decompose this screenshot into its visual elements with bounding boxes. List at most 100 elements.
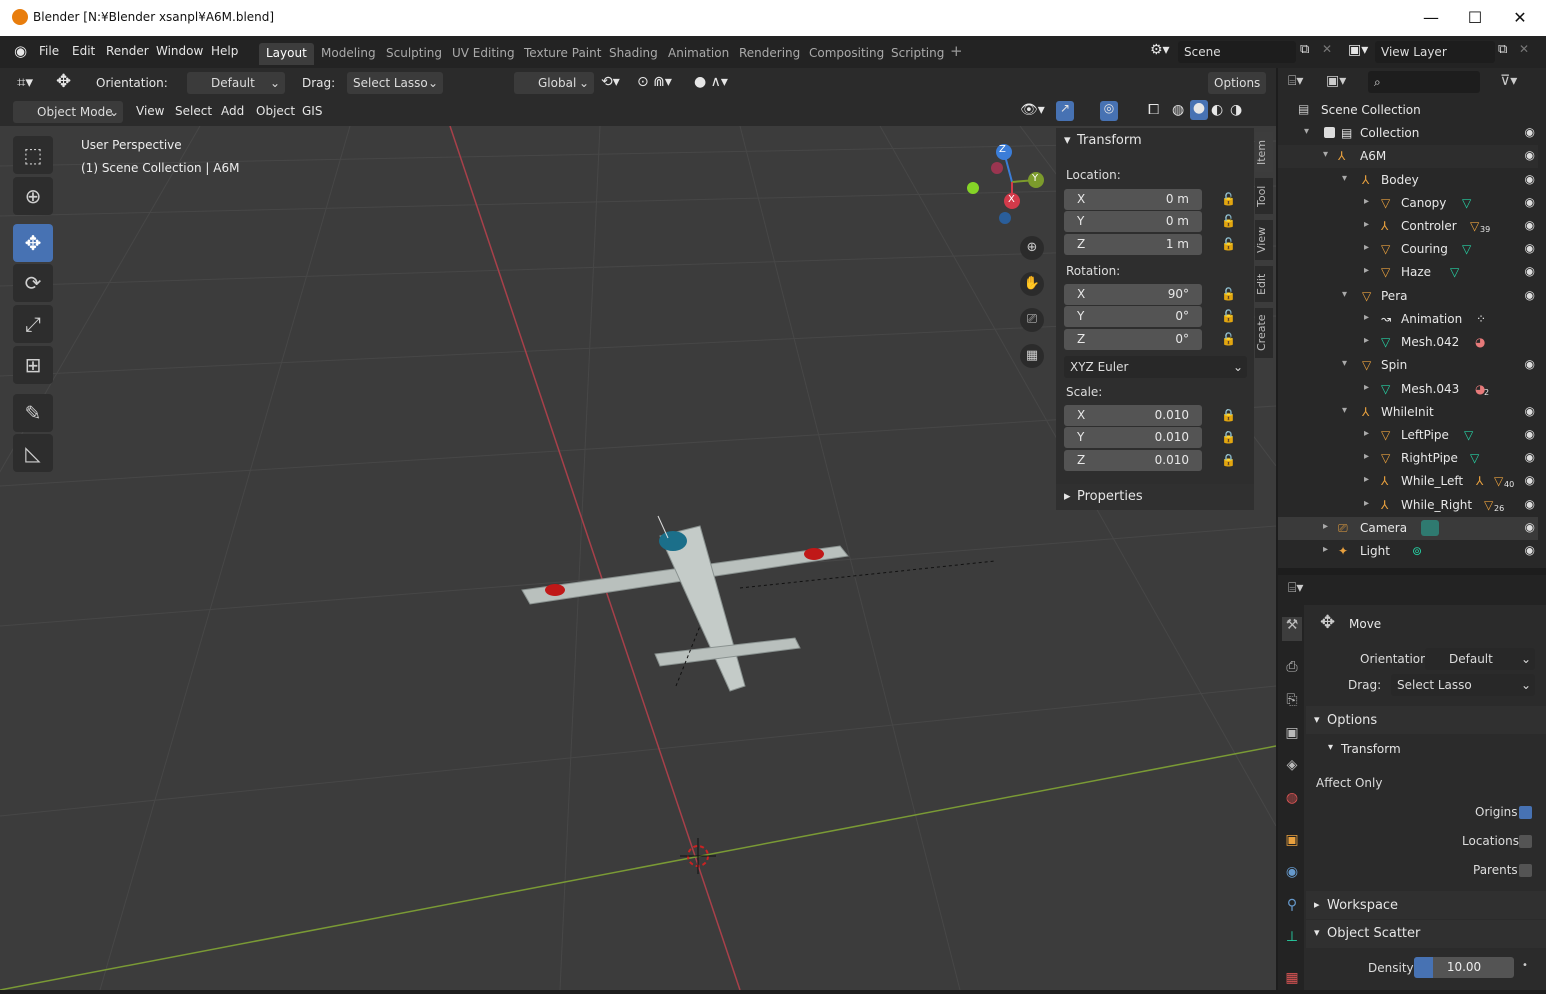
location-y-field[interactable]: Y 0 m (1064, 211, 1202, 232)
eye-icon[interactable]: ◉ (1525, 497, 1535, 511)
tab-item[interactable]: Item (1255, 132, 1273, 172)
workspace-panel-title[interactable]: Workspace (1327, 898, 1398, 913)
expand-arrow-icon[interactable]: ▸ (1364, 451, 1369, 462)
expand-arrow-icon[interactable]: ▸ (1364, 335, 1369, 346)
tab-uv-editing[interactable]: UV Editing (445, 43, 522, 65)
outliner-row-a6m[interactable]: ▾ ⅄ A6M ◉ (1278, 145, 1538, 168)
rendered-shading-icon[interactable]: ◑ (1230, 102, 1242, 118)
transform-tool-icon[interactable]: ⊞ (13, 346, 53, 384)
expand-arrow-icon[interactable]: ▾ (1342, 405, 1347, 416)
outliner-row-mesh042[interactable]: ▸ ▽ Mesh.042 ◕ (1278, 331, 1538, 354)
outliner-row-light[interactable]: ▸ ✦ Light ⊚ ◉ (1278, 540, 1538, 563)
expand-arrow-icon[interactable]: ▸ (1364, 382, 1369, 393)
tab-sculpting[interactable]: Sculpting (379, 43, 449, 65)
outliner-row-while-left[interactable]: ▸ ⅄ While_Left ⅄ ▽ 40 ◉ (1278, 470, 1538, 493)
properties-expand-icon[interactable]: ▸ (1064, 489, 1071, 504)
outliner-row-while-right[interactable]: ▸ ⅄ While_Right ▽ 26 ◉ (1278, 494, 1538, 517)
outliner-row-whileinit[interactable]: ▾ ⅄ WhileInit ◉ (1278, 401, 1538, 424)
new-view-layer-icon[interactable]: ⧉ (1498, 42, 1507, 57)
lock-icon[interactable]: 🔒 (1221, 453, 1236, 467)
view-layer-icon[interactable]: ▣▾ (1348, 42, 1368, 58)
scene-properties-tab-icon[interactable]: ◈ (1282, 757, 1302, 781)
options-panel-title[interactable]: Options (1327, 713, 1377, 728)
parents-checkbox[interactable] (1519, 864, 1532, 877)
outliner-search-input[interactable]: ⌕ (1368, 71, 1480, 93)
world-properties-tab-icon[interactable]: ◍ (1282, 790, 1302, 814)
workspace-expand-icon[interactable]: ▸ (1314, 898, 1320, 911)
minimize-button[interactable]: — (1408, 4, 1454, 32)
rotation-y-field[interactable]: Y 0° (1064, 306, 1202, 327)
unlock-icon[interactable]: 🔓 (1221, 214, 1236, 228)
object-scatter-collapse-icon[interactable]: ▾ (1314, 926, 1320, 939)
checkbox-icon[interactable] (1324, 127, 1335, 138)
lock-icon[interactable]: 🔒 (1221, 408, 1236, 422)
gizmo-toggle-icon[interactable]: ↗ (1056, 101, 1074, 121)
outliner-row-bodey[interactable]: ▾ ⅄ Bodey ◉ (1278, 169, 1538, 192)
expand-arrow-icon[interactable]: ▸ (1364, 242, 1369, 253)
proportional-edit-icon[interactable]: ● ∧▾ (694, 74, 728, 90)
gizmo-y-label[interactable]: Y (1032, 173, 1038, 184)
outliner-filter-view-icon[interactable]: ▣▾ (1326, 73, 1346, 89)
move-tool-button-icon[interactable]: ✥ (13, 224, 53, 262)
eye-icon[interactable]: ◉ (1525, 172, 1535, 186)
expand-arrow-icon[interactable]: ▸ (1364, 265, 1369, 276)
outliner-row-leftpipe[interactable]: ▸ ▽ LeftPipe ▽ ◉ (1278, 424, 1538, 447)
constraints-properties-tab-icon[interactable]: ⚲ (1282, 897, 1302, 921)
view-layer-field[interactable]: View Layer (1375, 41, 1495, 63)
transform-panel-title[interactable]: Transform (1077, 133, 1142, 148)
rotate-tool-icon[interactable]: ⟳ (13, 264, 53, 302)
blender-menu-icon[interactable]: ◉ (14, 42, 27, 60)
locations-checkbox[interactable] (1519, 835, 1532, 848)
filter-funnel-icon[interactable]: ⊽▾ (1500, 73, 1517, 89)
add-workspace-icon[interactable]: + (950, 42, 963, 60)
new-scene-icon[interactable]: ⧉ (1300, 42, 1309, 57)
expand-arrow-icon[interactable]: ▸ (1323, 544, 1328, 555)
density-slider[interactable]: 10.00 (1414, 957, 1514, 978)
unlock-icon[interactable]: 🔓 (1221, 192, 1236, 206)
tab-view[interactable]: View (1255, 220, 1273, 260)
visibility-icon[interactable]: 👁▾ (1020, 102, 1045, 118)
eye-icon[interactable]: ◉ (1525, 288, 1535, 302)
menu-file[interactable]: File (39, 44, 59, 58)
lock-icon[interactable]: 🔒 (1221, 430, 1236, 444)
origins-checkbox[interactable] (1519, 806, 1532, 819)
expand-arrow-icon[interactable]: ▸ (1323, 521, 1328, 532)
options-dropdown[interactable]: Options ⌄ (1208, 72, 1266, 104)
overlay-toggle-icon[interactable]: ◎ (1100, 101, 1118, 121)
outliner-display-mode-icon[interactable]: ⌸▾ (1288, 73, 1303, 89)
outliner-row-camera[interactable]: ▸ ⎚ Camera ◉ (1278, 517, 1538, 540)
tab-modeling[interactable]: Modeling (314, 43, 383, 65)
expand-arrow-icon[interactable]: ▾ (1323, 149, 1328, 160)
eye-icon[interactable]: ◉ (1525, 450, 1535, 464)
tab-rendering[interactable]: Rendering (732, 43, 807, 65)
tab-animation[interactable]: Animation (661, 43, 736, 65)
outliner-row-rightpipe[interactable]: ▸ ▽ RightPipe ▽ ◉ (1278, 447, 1538, 470)
perspective-toggle-icon[interactable]: ▦ (1020, 344, 1044, 368)
unlock-icon[interactable]: 🔓 (1221, 237, 1236, 251)
gizmo-z-label[interactable]: Z (999, 144, 1006, 155)
orientation-dropdown[interactable]: Default ⌄ (187, 72, 285, 94)
object-mode-dropdown[interactable]: Object Mode ⌄ (13, 101, 123, 123)
object-properties-tab-icon[interactable]: ▣ (1282, 832, 1302, 856)
output-properties-tab-icon[interactable]: ⎘ (1282, 692, 1302, 716)
expand-arrow-icon[interactable]: ▾ (1342, 289, 1347, 300)
tab-scripting[interactable]: Scripting (884, 43, 951, 65)
tab-shading[interactable]: Shading (602, 43, 665, 65)
transform-orientation-dropdown[interactable]: Global ⌄ (514, 72, 594, 94)
transform-collapse-icon[interactable]: ▾ (1064, 133, 1071, 148)
outliner-row-couring[interactable]: ▸ ▽ Couring ▽ ◉ (1278, 238, 1538, 261)
scene-selector-icon[interactable]: ⚙▾ (1150, 42, 1170, 58)
scale-y-field[interactable]: Y 0.010 (1064, 427, 1202, 448)
drag-dropdown[interactable]: Select Lasso ⌄ (347, 72, 443, 94)
editor-type-icon[interactable]: ⌗▾ (17, 73, 33, 91)
texture-properties-tab-icon[interactable]: ▦ (1282, 970, 1302, 994)
expand-arrow-icon[interactable]: ▸ (1364, 196, 1369, 207)
viewport-menu-gis[interactable]: GIS (302, 104, 322, 118)
xray-toggle-icon[interactable]: ⧠ (1148, 102, 1159, 118)
delete-scene-icon[interactable]: ✕ (1322, 42, 1332, 56)
eye-icon[interactable]: ◉ (1525, 148, 1535, 162)
outliner-row-animation[interactable]: ▸ ↝ Animation ⁘ (1278, 308, 1538, 331)
eye-icon[interactable]: ◉ (1525, 264, 1535, 278)
properties-panel-title[interactable]: Properties (1077, 489, 1143, 504)
solid-shading-icon[interactable]: ● (1190, 100, 1208, 120)
